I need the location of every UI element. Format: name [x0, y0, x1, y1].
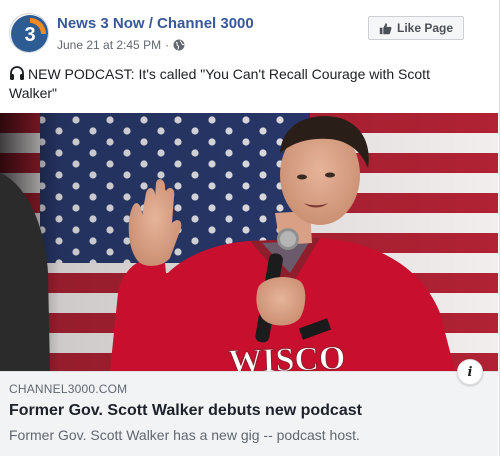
- like-page-button[interactable]: Like Page: [368, 16, 464, 40]
- headphones-icon: [10, 66, 24, 80]
- link-description: Former Gov. Scott Walker has a new gig -…: [9, 427, 360, 443]
- channel-3-logo: 3: [11, 15, 48, 52]
- post-meta: June 21 at 2:45 PM ·: [57, 38, 185, 52]
- thumbs-up-icon: [379, 22, 392, 34]
- link-preview[interactable]: CHANNEL3000.COM Former Gov. Scott Walker…: [0, 371, 498, 456]
- meta-separator: ·: [165, 38, 170, 52]
- like-page-label: Like Page: [396, 21, 454, 35]
- post-header: 3 News 3 Now / Channel 3000 June 21 at 2…: [0, 0, 498, 60]
- post-timestamp[interactable]: June 21 at 2:45 PM: [57, 38, 161, 52]
- link-info-button[interactable]: i: [457, 359, 483, 385]
- post-photo[interactable]: WISCO: [0, 113, 498, 371]
- scott-walker-photo: WISCO: [0, 113, 498, 371]
- facebook-post: 3 News 3 Now / Channel 3000 June 21 at 2…: [0, 0, 500, 456]
- link-domain: CHANNEL3000.COM: [9, 382, 128, 396]
- page-avatar[interactable]: 3: [9, 13, 49, 53]
- link-title[interactable]: Former Gov. Scott Walker debuts new podc…: [9, 402, 362, 420]
- svg-text:3: 3: [24, 24, 35, 46]
- jacket-text: WISCO: [228, 340, 346, 371]
- post-message-text: NEW PODCAST: It's called "You Can't Reca…: [9, 66, 430, 101]
- globe-icon[interactable]: [173, 39, 185, 51]
- post-message: NEW PODCAST: It's called "You Can't Reca…: [9, 65, 479, 103]
- page-name-link[interactable]: News 3 Now / Channel 3000: [57, 15, 254, 32]
